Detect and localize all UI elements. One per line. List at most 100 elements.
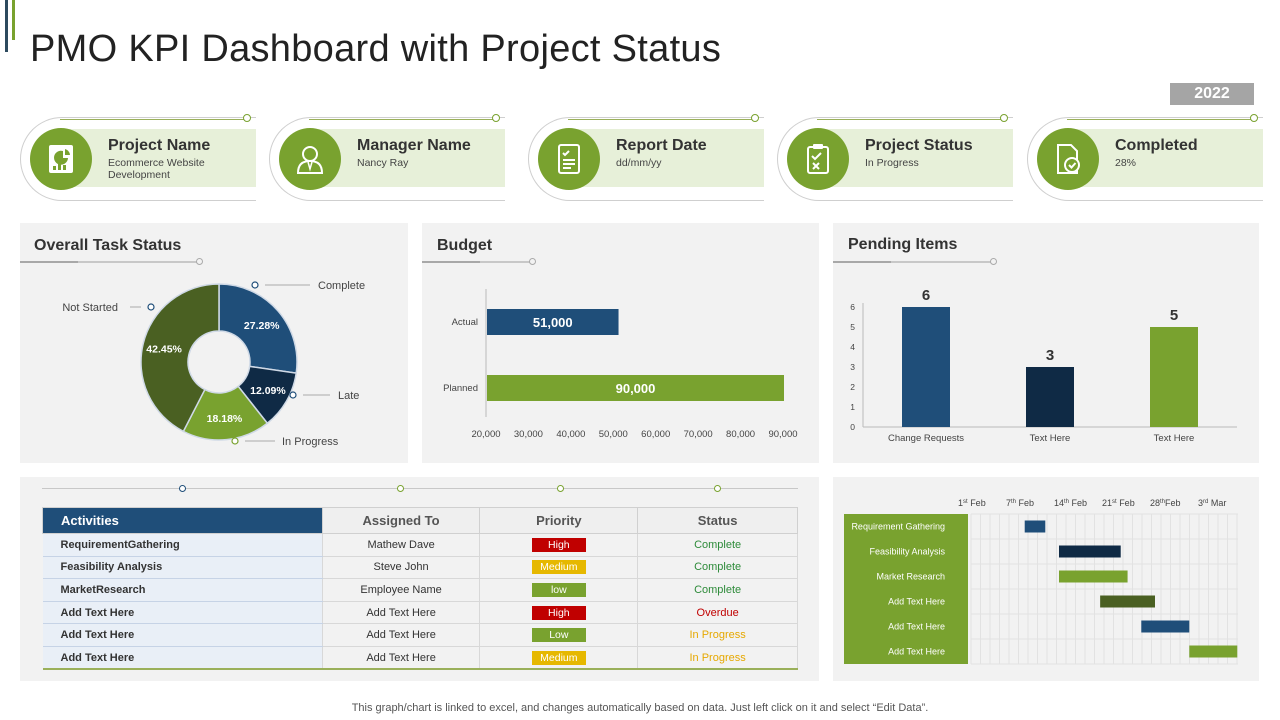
x-tick-label: 50,000 (599, 429, 628, 440)
priority-badge: Medium (531, 560, 586, 575)
x-tick-label: 40,000 (556, 429, 585, 440)
date-label: 28thFeb (1150, 498, 1181, 508)
card-dot (243, 114, 251, 122)
status-cell: Complete (637, 556, 798, 580)
column-dot (557, 485, 564, 492)
x-tick-label: 20,000 (471, 429, 500, 440)
table-row: MarketResearch Employee Name low Complete (42, 578, 798, 602)
x-tick-label: 70,000 (684, 429, 713, 440)
assigned-cell: Add Text Here (322, 623, 481, 647)
y-tick-label: 0 (850, 422, 855, 432)
status-cell: Overdue (637, 601, 798, 625)
kpi-card-completed: Completed 28% (1027, 114, 1263, 201)
slice-value-label: 12.09% (250, 385, 286, 397)
kpi-card-project-name: Project Name Ecommerce Website Developme… (20, 114, 256, 201)
header-status: Status (637, 507, 798, 534)
kpi-card-project-status: Project Status In Progress (777, 114, 1013, 201)
callout-dot (251, 281, 259, 289)
priority-badge: High (531, 605, 586, 620)
gantt-task-label: Add Text Here (888, 597, 945, 607)
pending-bar (902, 307, 950, 427)
priority-badge: Low (531, 628, 586, 643)
status-cell: Complete (637, 578, 798, 602)
document-icon (538, 128, 600, 190)
table-row: Feasibility Analysis Steve John Medium Comp… (42, 556, 798, 580)
gantt-bar (1100, 595, 1155, 608)
column-dot (179, 485, 186, 492)
date-label: 14th Feb (1054, 498, 1087, 508)
table-row: RequirementGathering Mathew Dave High Compl… (42, 533, 798, 557)
priority-cell: Medium (479, 646, 639, 671)
assigned-cell: Add Text Here (322, 646, 481, 671)
column-dot (397, 485, 404, 492)
gantt-bar (1141, 620, 1190, 633)
gantt-bar (1189, 645, 1238, 658)
header-assigned-to: Assigned To (321, 507, 481, 534)
kpi-title: Manager Name (357, 137, 471, 154)
gantt-bar (1059, 570, 1128, 583)
x-tick-label: 80,000 (726, 429, 755, 440)
activity-cell: Add Text Here (42, 601, 323, 625)
table-row: Add Text Here Add Text Here High Overdue (42, 601, 798, 625)
activity-cell: RequirementGathering (42, 533, 323, 557)
priority-badge: Medium (531, 650, 586, 665)
table-axis-line (42, 488, 798, 489)
gantt-task-label: Market Research (876, 572, 945, 582)
pending-bar (1150, 327, 1198, 427)
year-badge: 2022 (1170, 83, 1254, 105)
kpi-value: dd/mm/yy (616, 157, 662, 169)
kpi-card-manager-name: Manager Name Nancy Ray (269, 114, 505, 201)
y-tick-label: 2 (850, 382, 855, 392)
assigned-cell: Steve John (322, 556, 481, 580)
column-dot (714, 485, 721, 492)
kpi-title: Project Status (865, 137, 973, 154)
gantt-task-label: Feasibility Analysis (869, 547, 945, 557)
person-icon (279, 128, 341, 190)
priority-badge: High (531, 537, 586, 552)
pie-report-icon (30, 128, 92, 190)
category-label: Change Requests (888, 433, 964, 444)
assigned-cell: Mathew Dave (322, 533, 481, 557)
category-label: Text Here (1154, 433, 1195, 444)
pending-items-bar-chart: 0 1 2 3 4 5 6 6 Change Requests 3 Text Here 5 Text H… (850, 287, 1237, 444)
priority-cell: High (479, 601, 639, 625)
activity-cell: Add Text Here (42, 646, 323, 671)
y-tick-label: 6 (850, 302, 855, 312)
slice-category-label: Not Started (62, 302, 118, 314)
y-tick-label: 4 (850, 342, 855, 352)
slice-value-label: 18.18% (207, 413, 243, 425)
kpi-value: Ecommerce Website Development (108, 157, 205, 181)
status-cell: In Progress (637, 623, 798, 647)
header-activities: Activities (42, 507, 323, 534)
assigned-cell: Employee Name (322, 578, 481, 602)
kpi-value: In Progress (865, 157, 919, 169)
priority-cell: Low (479, 623, 639, 647)
priority-cell: Medium (479, 556, 639, 580)
bar-value-label: 51,000 (533, 315, 573, 330)
pending-bar (1026, 367, 1074, 427)
gantt-task-label: Add Text Here (888, 647, 945, 657)
activity-cell: Add Text Here (42, 623, 323, 647)
y-tick-label: 3 (850, 362, 855, 372)
category-label: Text Here (1030, 433, 1071, 444)
slice-category-label: Complete (318, 280, 365, 292)
activity-cell: Feasibility Analysis (42, 556, 323, 580)
status-cell: Complete (637, 533, 798, 557)
x-tick-label: 90,000 (768, 429, 797, 440)
callout-dot (147, 303, 155, 311)
file-check-icon (1037, 128, 1099, 190)
kpi-value: Nancy Ray (357, 157, 409, 169)
date-label: 3rd Mar (1198, 498, 1226, 508)
priority-cell: High (479, 533, 639, 557)
bar-value-label: 6 (922, 287, 930, 304)
slice-category-label: In Progress (282, 436, 339, 448)
kpi-value: 28% (1115, 157, 1137, 169)
activity-cell: MarketResearch (42, 578, 323, 602)
gantt-bar (1059, 545, 1121, 558)
table-header-row: Activities Assigned To Priority Status (42, 507, 798, 534)
gantt-bar (1024, 520, 1046, 533)
title-accent-bar (5, 0, 8, 52)
gantt-task-label: Requirement Gathering (851, 522, 945, 532)
kpi-title: Report Date (616, 137, 707, 154)
assigned-cell: Add Text Here (322, 601, 481, 625)
